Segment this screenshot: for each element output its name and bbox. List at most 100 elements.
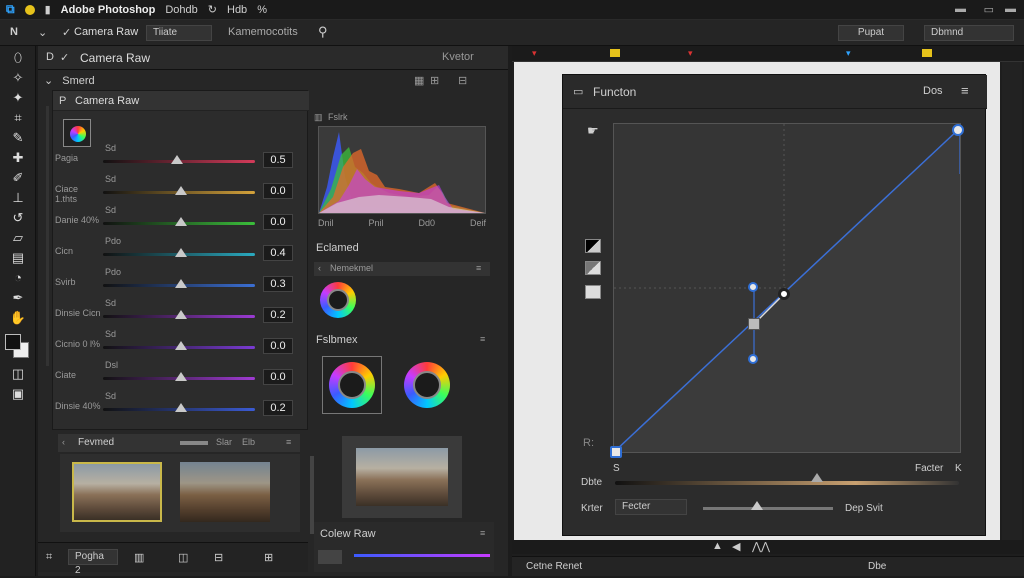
slider-thumb[interactable]: [175, 279, 187, 288]
slider-value[interactable]: 0.3: [263, 276, 293, 292]
right-field-2[interactable]: Dbmnd: [924, 25, 1014, 41]
raw-header-right[interactable]: Kvetor: [442, 51, 474, 63]
curve-point-black[interactable]: [610, 446, 622, 458]
slider-thumb[interactable]: [171, 155, 183, 164]
magic-wand-icon[interactable]: ✦: [7, 90, 29, 106]
refresh-icon[interactable]: ↻: [208, 3, 217, 16]
favorites-back-icon[interactable]: ‹: [62, 437, 65, 447]
check-icon[interactable]: ✓: [60, 51, 69, 64]
hand-icon[interactable]: ✋: [7, 310, 29, 326]
slider-track[interactable]: [103, 186, 255, 195]
black-point-icon[interactable]: [585, 239, 601, 253]
slider-thumb[interactable]: [175, 248, 187, 257]
minimize-icon[interactable]: ▬: [955, 3, 966, 15]
gray-point-icon[interactable]: [585, 261, 601, 275]
menu-item-1[interactable]: Dohdb: [165, 4, 197, 16]
slider-track[interactable]: [103, 248, 255, 257]
curves-preset-select[interactable]: Fecter: [615, 499, 687, 515]
options-icon[interactable]: ⊟: [458, 74, 467, 87]
balance-wheel-1-frame[interactable]: [322, 356, 382, 414]
left-scroll[interactable]: [46, 106, 49, 366]
brush-icon[interactable]: ✐: [7, 170, 29, 186]
collapse-icon[interactable]: ⌄: [44, 75, 53, 87]
color-swatches[interactable]: [3, 332, 33, 360]
favorites-slider[interactable]: [180, 441, 208, 445]
ps-logo-icon[interactable]: ⧉: [6, 2, 15, 17]
curves-gradient-slider[interactable]: [615, 473, 959, 485]
slider-thumb[interactable]: [175, 186, 187, 195]
slider-track[interactable]: [103, 155, 255, 164]
curves-right-label[interactable]: Dos: [923, 85, 943, 97]
raw-bottom-slider[interactable]: [354, 554, 490, 557]
grid-icon[interactable]: ▦: [414, 74, 424, 87]
curve-anchor[interactable]: [748, 318, 760, 330]
menu-item-3[interactable]: %: [257, 4, 267, 16]
slider-track[interactable]: [103, 403, 255, 412]
quick-mask-icon[interactable]: ◫: [7, 366, 29, 382]
slider-value[interactable]: 0.5: [263, 152, 293, 168]
curves-menu-icon[interactable]: ≡: [961, 83, 969, 98]
thumbnail-2[interactable]: [180, 462, 270, 522]
mode-label[interactable]: Camera Raw: [74, 26, 138, 38]
before-after-icon[interactable]: ⊟: [214, 551, 223, 564]
menu-icon[interactable]: ≡: [476, 263, 481, 273]
slider-thumb[interactable]: [175, 372, 187, 381]
slider-track[interactable]: [103, 279, 255, 288]
gradient-icon[interactable]: ▤: [7, 250, 29, 266]
zoom-icon[interactable]: ⊞: [264, 551, 273, 564]
healing-icon[interactable]: ✚: [7, 150, 29, 166]
thumbnail-1[interactable]: [72, 462, 162, 522]
slider-track[interactable]: [103, 217, 255, 226]
slider-value[interactable]: 0.4: [263, 245, 293, 261]
nav-icon[interactable]: ◀: [732, 540, 740, 553]
right-field-1[interactable]: Pupat: [838, 25, 904, 41]
split-icon[interactable]: ⊞: [430, 74, 439, 87]
slider-track[interactable]: [103, 341, 255, 350]
back-icon[interactable]: ‹: [318, 263, 321, 273]
balance-menu-icon[interactable]: ≡: [480, 334, 485, 344]
option-field-2[interactable]: Kamemocotits: [228, 26, 298, 38]
menu-item-2[interactable]: Hdb: [227, 4, 247, 16]
slider-value[interactable]: 0.0: [263, 183, 293, 199]
slider-value[interactable]: 0.2: [263, 400, 293, 416]
quick-select-icon[interactable]: ✧: [7, 70, 29, 86]
search-icon[interactable]: ⚲: [318, 24, 328, 40]
favorites-menu-icon[interactable]: ≡: [286, 437, 291, 447]
crop-tool-icon[interactable]: ⌗: [46, 551, 52, 564]
curve-point-mid[interactable]: [778, 288, 790, 300]
preview-image[interactable]: [356, 448, 448, 506]
color-wheel[interactable]: [320, 282, 356, 318]
pen-icon[interactable]: ✒: [7, 290, 29, 306]
slider-track[interactable]: [103, 310, 255, 319]
stamp-icon[interactable]: ⊥: [7, 190, 29, 206]
history-brush-icon[interactable]: ↺: [7, 210, 29, 226]
eraser-icon[interactable]: ▱: [7, 230, 29, 246]
slider-thumb[interactable]: [175, 217, 187, 226]
crop-icon[interactable]: ⌗: [7, 110, 29, 126]
lasso-icon[interactable]: ⬯: [7, 50, 29, 66]
curve-handle-top[interactable]: [748, 282, 758, 292]
target-adjust-icon[interactable]: ☛: [587, 123, 599, 139]
slider-value[interactable]: 0.0: [263, 214, 293, 230]
curves-bottom-slider[interactable]: [703, 501, 833, 510]
maximize-icon[interactable]: ▭: [984, 3, 994, 16]
slider-track[interactable]: [103, 372, 255, 381]
option-field-1[interactable]: Tiiate: [146, 25, 212, 41]
slider-value[interactable]: 0.2: [263, 307, 293, 323]
eyedropper-icon[interactable]: ✎: [7, 130, 29, 146]
white-point-icon[interactable]: [585, 285, 601, 299]
slider-thumb[interactable]: [175, 310, 187, 319]
slider-value[interactable]: 0.0: [263, 369, 293, 385]
slider-thumb[interactable]: [175, 403, 187, 412]
close-icon[interactable]: ▬: [1005, 3, 1016, 15]
chevron-down-icon[interactable]: ⌄: [38, 26, 47, 39]
right-scroll[interactable]: [1002, 62, 1022, 540]
swatch-button[interactable]: [318, 550, 342, 564]
nav-icon-2[interactable]: ⋀⋀: [752, 540, 770, 553]
filmstrip-icon[interactable]: ▥: [134, 551, 144, 564]
compare-icon[interactable]: ◫: [178, 551, 188, 564]
curve-point-white[interactable]: [952, 124, 964, 136]
slider-value[interactable]: 0.0: [263, 338, 293, 354]
slider-thumb[interactable]: [175, 341, 187, 350]
raw-bottom-menu-icon[interactable]: ≡: [480, 528, 485, 538]
